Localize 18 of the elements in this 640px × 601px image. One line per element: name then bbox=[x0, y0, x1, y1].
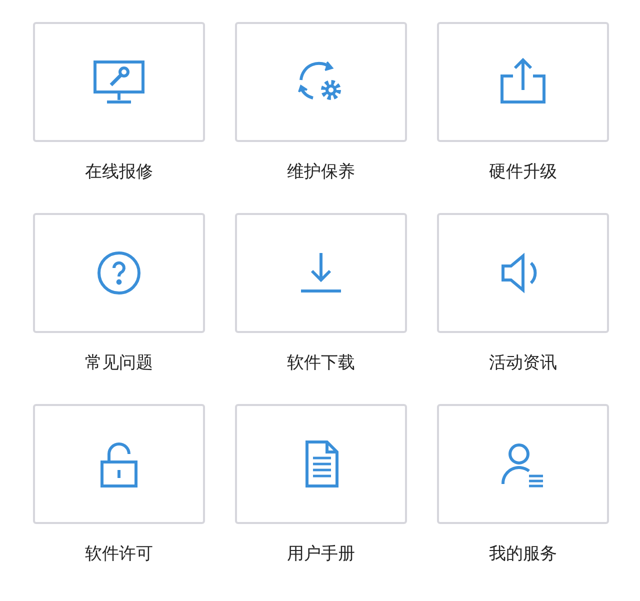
service-label: 在线报修 bbox=[85, 161, 153, 183]
service-label: 软件下载 bbox=[287, 352, 355, 374]
service-tile[interactable] bbox=[33, 22, 205, 142]
service-tile[interactable] bbox=[33, 404, 205, 524]
service-label: 常见问题 bbox=[85, 352, 153, 374]
service-tile[interactable] bbox=[33, 213, 205, 333]
service-label: 活动资讯 bbox=[489, 352, 557, 374]
service-tile[interactable] bbox=[235, 213, 407, 333]
service-tile[interactable] bbox=[437, 404, 609, 524]
service-label: 用户手册 bbox=[287, 543, 355, 565]
service-label: 软件许可 bbox=[85, 543, 153, 565]
service-label: 我的服务 bbox=[489, 543, 557, 565]
service-label: 硬件升级 bbox=[489, 161, 557, 183]
service-tile[interactable] bbox=[235, 404, 407, 524]
service-tile[interactable] bbox=[437, 213, 609, 333]
service-tile[interactable] bbox=[235, 22, 407, 142]
service-label: 维护保养 bbox=[287, 161, 355, 183]
service-tile[interactable] bbox=[437, 22, 609, 142]
